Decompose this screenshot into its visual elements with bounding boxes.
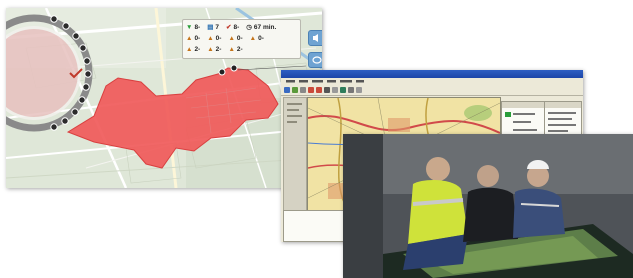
green-arrow-icon: ▼ <box>186 23 193 31</box>
warning-triangle-icon: ▲ <box>228 46 235 53</box>
radial-menu[interactable] <box>6 8 102 138</box>
info-icon[interactable] <box>348 87 354 93</box>
print-icon[interactable] <box>300 87 306 93</box>
warning-triangle-icon: ▲ <box>186 35 193 42</box>
warning-triangle-icon: ▲ <box>228 35 235 42</box>
warning-triangle-icon: ▲ <box>207 35 214 42</box>
checkmark-icon: ✔ <box>226 24 232 31</box>
menu-items[interactable] <box>284 78 404 85</box>
chart-icon: ▤ <box>207 24 214 31</box>
clock-icon: ◷ <box>246 24 252 31</box>
save-icon[interactable] <box>292 87 298 93</box>
legend-row-3: ▲ 2- ▲ 2- ▲ 2- <box>186 46 243 53</box>
zoom-out-icon[interactable] <box>316 87 322 93</box>
layer-button[interactable] <box>308 52 322 68</box>
speaker-button[interactable] <box>308 30 322 46</box>
status-legend: ▼ 8- ▤ 7 ✔ 8- ◷ 67 min. ▲ 0- ▲ 0- ▲ 0- ▲… <box>182 19 301 59</box>
layers-icon <box>312 56 322 64</box>
warning-triangle-icon: ▲ <box>207 46 214 53</box>
measure-icon[interactable] <box>340 87 346 93</box>
menu-bar[interactable] <box>281 78 583 85</box>
window-titlebar <box>281 70 583 78</box>
select-icon[interactable] <box>332 87 338 93</box>
pan-icon[interactable] <box>324 87 330 93</box>
map-table-photo <box>343 134 633 278</box>
legend-row-2: ▲ 0- ▲ 0- ▲ 0- ▲ 0- <box>186 35 264 42</box>
touch-map-screenshot: ▼ 8- ▤ 7 ✔ 8- ◷ 67 min. ▲ 0- ▲ 0- ▲ 0- ▲… <box>6 8 322 188</box>
legend-row-1: ▼ 8- ▤ 7 ✔ 8- ◷ 67 min. <box>186 23 277 32</box>
warning-triangle-icon: ▲ <box>249 35 257 42</box>
toolbar <box>281 85 583 96</box>
speaker-icon <box>313 34 318 42</box>
open-icon[interactable] <box>284 87 290 93</box>
refresh-icon[interactable] <box>356 87 362 93</box>
warning-triangle-icon: ▲ <box>186 46 193 53</box>
photo-scene <box>343 134 633 278</box>
zoom-in-icon[interactable] <box>308 87 314 93</box>
